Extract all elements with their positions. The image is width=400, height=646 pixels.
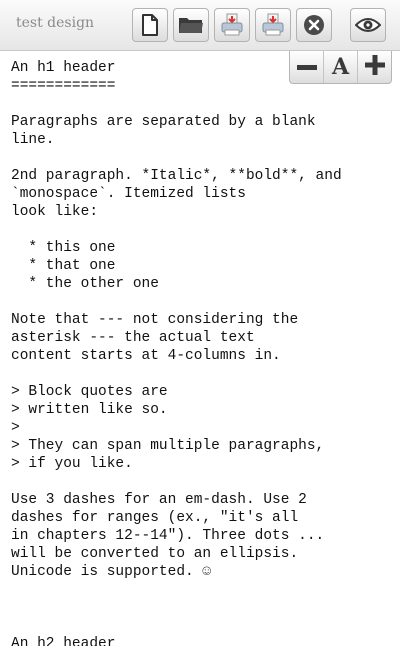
close-button[interactable]	[296, 8, 332, 42]
print-export-icon	[219, 13, 245, 37]
close-icon	[303, 14, 325, 36]
plus-icon	[364, 54, 385, 80]
document-title: test design	[16, 15, 95, 31]
print-export-button[interactable]	[214, 8, 250, 42]
folder-icon	[178, 15, 204, 35]
print-export-icon	[260, 13, 286, 37]
toolbar: test design	[0, 0, 400, 51]
open-folder-button[interactable]	[173, 8, 209, 42]
new-document-icon	[141, 14, 159, 36]
increase-font-button[interactable]	[358, 51, 391, 83]
font-size-controls: A	[289, 51, 392, 84]
preview-button[interactable]	[350, 8, 386, 42]
print-export-button-2[interactable]	[255, 8, 291, 42]
font-button[interactable]: A	[324, 51, 358, 83]
minus-icon	[296, 58, 317, 76]
new-document-button[interactable]	[132, 8, 168, 42]
markdown-editor[interactable]: An h1 header ============ Paragraphs are…	[0, 52, 400, 646]
font-icon: A	[331, 54, 350, 80]
eye-icon	[355, 17, 381, 33]
editor-text[interactable]: An h1 header ============ Paragraphs are…	[0, 52, 400, 646]
decrease-font-button[interactable]	[290, 51, 324, 83]
